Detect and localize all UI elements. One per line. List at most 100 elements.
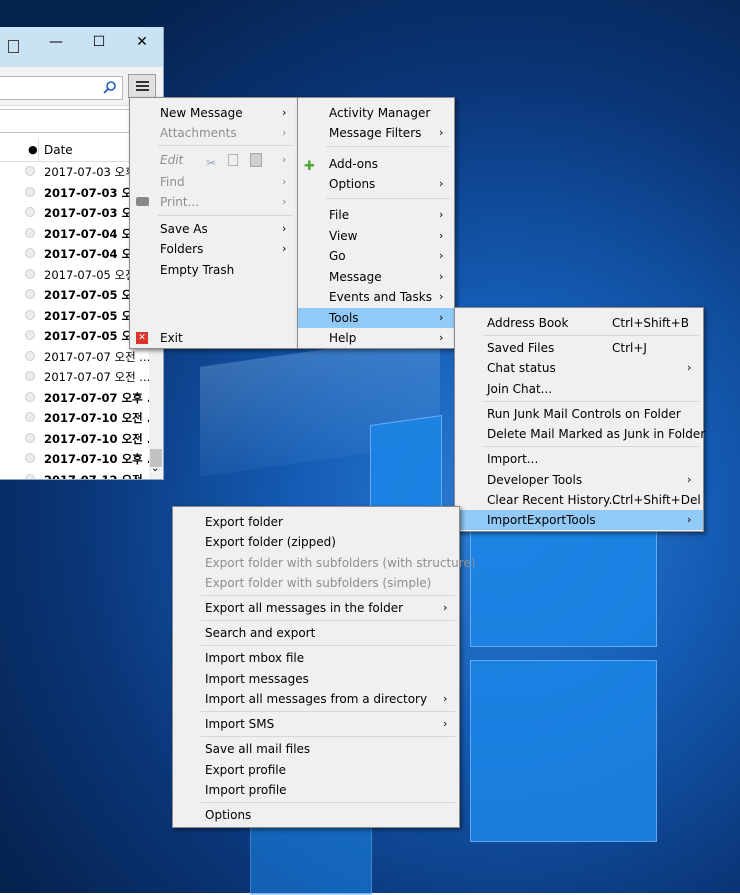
menu-item-options[interactable]: Options ›: [298, 174, 454, 194]
table-row[interactable]: 2017-07-07 오전 ...: [0, 366, 150, 386]
submenu-arrow-icon: ›: [439, 311, 444, 324]
menu-item-label: Activity Manager: [329, 106, 431, 120]
menu-item-addons[interactable]: ✚ Add-ons: [298, 154, 454, 174]
menu-item-help[interactable]: Help ›: [298, 328, 454, 348]
menu-item-folders[interactable]: Folders ›: [130, 239, 297, 259]
menu-item-import-mbox[interactable]: Import mbox file: [173, 648, 459, 668]
menu-item-label: Import messages: [205, 672, 309, 686]
minimize-button[interactable]: —: [36, 29, 76, 55]
table-row[interactable]: 2017-07-04 오후: [0, 243, 150, 263]
copy-icon[interactable]: [228, 154, 238, 166]
table-row[interactable]: 2017-07-10 오전 ...: [0, 428, 150, 448]
menu-item-search-and-export[interactable]: Search and export: [173, 623, 459, 643]
menu-item-label: New Message: [160, 106, 243, 120]
app-menu-button[interactable]: [128, 74, 156, 98]
menu-item-importexporttools[interactable]: ImportExportTools ›: [455, 510, 703, 530]
table-row[interactable]: 2017-07-10 오전 ...: [0, 407, 150, 427]
menu-item-events-and-tasks[interactable]: Events and Tasks ›: [298, 287, 454, 307]
scroll-down-icon[interactable]: ⌄: [151, 463, 159, 474]
menu-item-import-messages[interactable]: Import messages: [173, 669, 459, 689]
menu-item-label: Print...: [160, 195, 200, 209]
table-row[interactable]: 2017-07-10 오후 ...: [0, 448, 150, 468]
read-status-icon[interactable]: [25, 453, 35, 463]
table-row[interactable]: 2017-07-05 오전: [0, 305, 150, 325]
menu-item-message-filters[interactable]: Message Filters ›: [298, 123, 454, 143]
menu-item-import-profile[interactable]: Import profile: [173, 780, 459, 800]
menu-item-file[interactable]: File ›: [298, 205, 454, 225]
menu-item-go[interactable]: Go ›: [298, 246, 454, 266]
search-input[interactable]: [0, 76, 123, 100]
table-row[interactable]: 2017-07-05 오전: [0, 284, 150, 304]
menu-item-import-all-from-directory[interactable]: Import all messages from a directory ›: [173, 689, 459, 709]
read-status-icon[interactable]: [25, 289, 35, 299]
paste-icon[interactable]: [250, 153, 262, 167]
menu-item-address-book[interactable]: Address Book Ctrl+Shift+B: [455, 313, 703, 333]
menu-item-join-chat[interactable]: Join Chat...: [455, 379, 703, 399]
menu-item-label: Events and Tasks: [329, 290, 432, 304]
menu-item-edit[interactable]: Edit ✂ ›: [130, 150, 297, 170]
menu-item-tools[interactable]: Tools ›: [298, 308, 454, 328]
menu-item-export-all-messages[interactable]: Export all messages in the folder ›: [173, 598, 459, 618]
read-status-icon[interactable]: [25, 391, 35, 402]
menu-item-developer-tools[interactable]: Developer Tools ›: [455, 470, 703, 490]
menu-item-label: Help: [329, 331, 357, 345]
read-status-icon[interactable]: [25, 248, 35, 258]
table-row[interactable]: 2017-07-03 오후: [0, 182, 150, 202]
read-status-icon[interactable]: [25, 186, 35, 197]
read-status-icon[interactable]: [25, 371, 35, 381]
menu-item-saved-files[interactable]: Saved Files Ctrl+J: [455, 338, 703, 358]
read-status-icon[interactable]: [25, 227, 35, 238]
read-status-icon[interactable]: [25, 330, 35, 340]
submenu-arrow-icon: ›: [282, 175, 287, 188]
menu-item-import[interactable]: Import...: [455, 449, 703, 469]
menu-item-find[interactable]: Find ›: [130, 172, 297, 192]
submenu-arrow-icon: ›: [443, 692, 448, 705]
menu-item-exit[interactable]: ✕ Exit: [130, 328, 297, 348]
table-row[interactable]: 2017-07-12 오전 ...: [0, 469, 150, 479]
table-row[interactable]: 2017-07-07 오후 ...: [0, 387, 150, 407]
menu-item-iet-options[interactable]: Options: [173, 805, 459, 825]
table-row[interactable]: 2017-07-07 오전 ...: [0, 346, 150, 366]
table-row[interactable]: 2017-07-03 오후: [0, 161, 150, 181]
cut-icon[interactable]: ✂: [206, 153, 216, 173]
flame-icon[interactable]: ●: [28, 143, 38, 156]
menu-item-save-as[interactable]: Save As ›: [130, 219, 297, 239]
read-status-icon[interactable]: [25, 268, 35, 279]
menu-item-attachments[interactable]: Attachments ›: [130, 123, 297, 143]
read-status-icon[interactable]: [25, 166, 35, 176]
menu-item-export-subfolders-structure[interactable]: Export folder with subfolders (with stru…: [173, 553, 476, 573]
table-row[interactable]: 2017-07-05 오전: [0, 264, 150, 284]
read-status-icon[interactable]: [25, 473, 35, 479]
menu-item-export-subfolders-simple[interactable]: Export folder with subfolders (simple): [173, 573, 459, 593]
menu-item-save-all-mail-files[interactable]: Save all mail files: [173, 739, 459, 759]
table-row[interactable]: 2017-07-05 오후: [0, 325, 150, 345]
table-row[interactable]: 2017-07-04 오전: [0, 223, 150, 243]
menu-item-export-folder-zipped[interactable]: Export folder (zipped): [173, 532, 459, 552]
menu-item-clear-history[interactable]: Clear Recent History... Ctrl+Shift+Del: [455, 490, 703, 510]
submenu-arrow-icon: ›: [687, 473, 692, 486]
read-status-icon[interactable]: [25, 432, 35, 443]
menu-separator: [201, 711, 455, 712]
menu-item-run-junk-controls[interactable]: Run Junk Mail Controls on Folder: [455, 404, 703, 424]
menu-item-import-sms[interactable]: Import SMS ›: [173, 714, 459, 734]
menu-item-chat-status[interactable]: Chat status ›: [455, 358, 703, 378]
menu-item-delete-junk[interactable]: Delete Mail Marked as Junk in Folder: [455, 424, 705, 444]
date-column-header[interactable]: Date: [44, 143, 73, 157]
read-status-icon[interactable]: [25, 309, 35, 320]
menu-item-activity-manager[interactable]: Activity Manager: [298, 103, 454, 123]
menu-item-new-message[interactable]: New Message ›: [130, 103, 297, 123]
close-button[interactable]: ✕: [122, 29, 162, 55]
read-status-icon[interactable]: [25, 350, 35, 361]
menu-item-export-profile[interactable]: Export profile: [173, 760, 459, 780]
table-row[interactable]: 2017-07-03 오후: [0, 202, 150, 222]
maximize-button[interactable]: ☐: [79, 29, 119, 55]
menu-item-label: Export folder with subfolders (with stru…: [205, 556, 476, 570]
menu-item-empty-trash[interactable]: Empty Trash: [130, 260, 297, 280]
menu-item-message[interactable]: Message ›: [298, 267, 454, 287]
menu-item-label: Export folder with subfolders (simple): [205, 576, 432, 590]
read-status-icon[interactable]: [25, 412, 35, 422]
menu-item-export-folder[interactable]: Export folder: [173, 512, 459, 532]
read-status-icon[interactable]: [25, 207, 35, 217]
menu-item-view[interactable]: View ›: [298, 226, 454, 246]
menu-item-print[interactable]: Print... ›: [130, 192, 297, 212]
